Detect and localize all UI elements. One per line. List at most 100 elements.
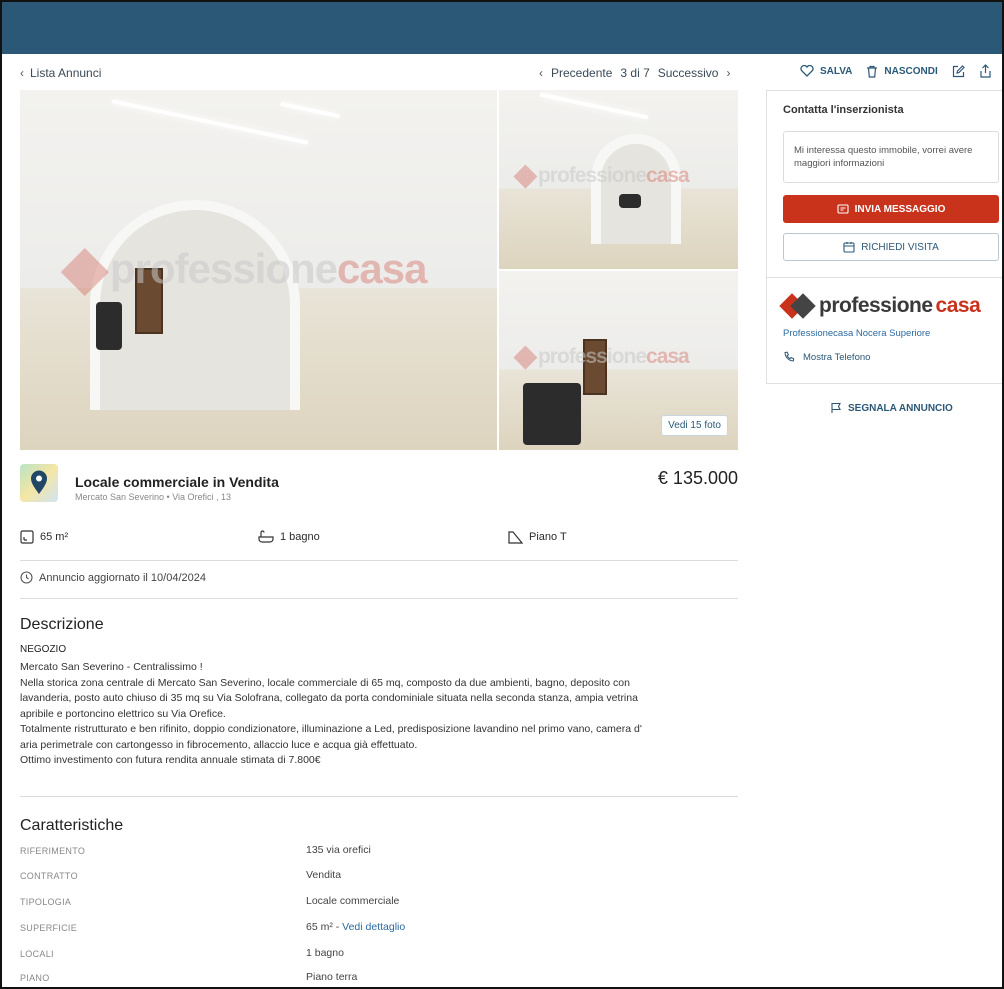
send-message-button[interactable]: INVIA MESSAGGIO xyxy=(783,195,999,223)
characteristic-value: 65 m² - Vedi dettaglio xyxy=(306,921,405,933)
save-button[interactable]: SALVA xyxy=(800,65,852,77)
stairs-icon xyxy=(508,531,523,544)
description-subheading: NEGOZIO xyxy=(20,644,67,655)
hide-button[interactable]: NASCONDI xyxy=(866,65,938,78)
surface-value: 65 m² xyxy=(40,531,69,543)
characteristic-value: Vendita xyxy=(306,869,342,881)
listing-pager: ‹ Precedente 3 di 7 Successivo › xyxy=(539,66,730,80)
characteristic-key: LOCALI xyxy=(20,949,54,959)
logo-text-a: professione xyxy=(819,294,933,317)
surface-detail-link[interactable]: Vedi dettaglio xyxy=(342,921,405,933)
area-icon xyxy=(20,530,34,544)
listing-header: Locale commerciale in Vendita Mercato Sa… xyxy=(20,464,738,514)
agency-name-link[interactable]: Professionecasa Nocera Superiore xyxy=(783,328,930,339)
divider xyxy=(767,277,1002,278)
listing-nav-bar: ‹ Lista Annunci ‹ Precedente 3 di 7 Succ… xyxy=(2,54,1002,90)
report-listing-label: SEGNALA ANNUNCIO xyxy=(848,402,953,414)
watermark-b: casa xyxy=(646,345,690,368)
floor-value: Piano T xyxy=(529,531,567,543)
site-header xyxy=(2,2,1002,54)
listing-address: Mercato San Severino • Via Orefici , 13 xyxy=(75,492,232,502)
location-marker xyxy=(31,470,47,494)
watermark-b: casa xyxy=(646,164,690,187)
characteristic-value: Piano terra xyxy=(306,971,358,983)
characteristic-row: RIFERIMENTO 135 via orefici xyxy=(20,842,738,864)
characteristic-row: PIANO Piano terra xyxy=(20,969,738,987)
pager-position: 3 di 7 xyxy=(620,66,650,80)
description-line: Nella storica zona centrale di Mercato S… xyxy=(20,676,630,689)
description-line: aria perimetrale con cartongesso in fibr… xyxy=(20,738,418,751)
thumbnail-photo[interactable]: professionecasa xyxy=(499,90,738,269)
back-to-list-link[interactable]: ‹ Lista Annunci xyxy=(20,66,101,80)
map-pin-icon[interactable] xyxy=(20,464,58,502)
listing-title: Locale commerciale in Vendita xyxy=(75,474,279,490)
archway xyxy=(591,134,681,244)
previous-link[interactable]: Precedente xyxy=(551,66,612,80)
characteristic-row: LOCALI 1 bagno xyxy=(20,945,738,967)
listing-price: € 135.000 xyxy=(657,468,738,488)
feature-surface: 65 m² xyxy=(20,530,68,544)
logo-diamond-icon xyxy=(513,164,538,189)
logo-diamond-icon xyxy=(61,248,109,296)
request-visit-label: RICHIEDI VISITA xyxy=(861,241,939,253)
feature-bathrooms: 1 bagno xyxy=(258,530,320,544)
sofa xyxy=(96,302,122,350)
watermark-b: casa xyxy=(337,245,427,292)
view-all-photos-button[interactable]: Vedi 15 foto xyxy=(661,415,728,436)
watermark-a: professione xyxy=(537,345,647,368)
updated-text: Annuncio aggiornato il 10/04/2024 xyxy=(39,571,206,584)
address-street: Via Orefici , 13 xyxy=(172,492,232,502)
characteristic-key: CONTRATTO xyxy=(20,871,78,881)
hide-label: NASCONDI xyxy=(884,65,938,77)
calendar-icon xyxy=(843,242,855,253)
watermark: professionecasa xyxy=(513,164,690,189)
sofa xyxy=(523,383,581,445)
sofa xyxy=(619,194,641,208)
divider xyxy=(20,598,738,599)
characteristic-value: 135 via orefici xyxy=(306,844,371,856)
characteristic-key: TIPOLOGIA xyxy=(20,897,72,907)
listing-actions: SALVA NASCONDI xyxy=(800,64,992,78)
watermark: professionecasa xyxy=(61,245,427,296)
show-phone-link[interactable]: Mostra Telefono xyxy=(783,351,870,363)
chevron-left-icon[interactable]: ‹ xyxy=(539,66,543,80)
next-link[interactable]: Successivo xyxy=(658,66,719,80)
address-area: Mercato San Severino xyxy=(75,492,165,502)
characteristic-row: TIPOLOGIA Locale commerciale xyxy=(20,893,738,915)
divider xyxy=(20,560,738,561)
feature-floor: Piano T xyxy=(508,530,567,544)
last-updated: Annuncio aggiornato il 10/04/2024 xyxy=(20,571,206,584)
phone-icon xyxy=(784,351,795,362)
send-message-label: INVIA MESSAGGIO xyxy=(854,203,946,215)
logo-diamond-icon xyxy=(513,345,538,370)
watermark: professionecasa xyxy=(513,345,690,370)
characteristic-value: Locale commerciale xyxy=(306,895,400,907)
main-photo[interactable]: professionecasa xyxy=(20,90,497,450)
show-phone-label: Mostra Telefono xyxy=(803,351,871,363)
contact-panel: Contatta l'inserzionista Mi interessa qu… xyxy=(766,90,1002,384)
edit-note-icon[interactable] xyxy=(952,64,965,78)
watermark-a: professione xyxy=(109,245,338,292)
characteristic-value: 1 bagno xyxy=(306,947,344,959)
thumbnail-photo[interactable]: professionecasa Vedi 15 foto xyxy=(499,271,738,450)
characteristic-key: PIANO xyxy=(20,973,50,983)
request-visit-button[interactable]: RICHIEDI VISITA xyxy=(783,233,999,261)
photo-gallery: professionecasa professionecasa professi… xyxy=(20,90,738,450)
message-icon xyxy=(837,203,849,214)
share-icon[interactable] xyxy=(979,64,992,78)
chevron-right-icon[interactable]: › xyxy=(726,66,730,80)
characteristics-heading: Caratteristiche xyxy=(20,817,124,834)
description-heading: Descrizione xyxy=(20,616,104,633)
report-listing-button[interactable]: SEGNALA ANNUNCIO xyxy=(830,402,953,414)
description-line: Totalmente ristrutturato e ben rifinito,… xyxy=(20,723,642,735)
message-textarea[interactable]: Mi interessa questo immobile, vorrei ave… xyxy=(783,131,999,183)
surface-text: 65 m² - xyxy=(306,921,343,933)
description-line: Ottimo investimento con futura rendita a… xyxy=(20,754,321,766)
characteristic-row: SUPERFICIE 65 m² - Vedi dettaglio xyxy=(20,919,738,941)
heart-icon xyxy=(800,65,814,77)
flag-icon xyxy=(831,402,841,413)
save-label: SALVA xyxy=(820,65,853,77)
logo-text-b: casa xyxy=(935,294,981,317)
description-body: Mercato San Severino - Centralissimo ! N… xyxy=(20,660,738,769)
trash-icon xyxy=(867,65,878,78)
